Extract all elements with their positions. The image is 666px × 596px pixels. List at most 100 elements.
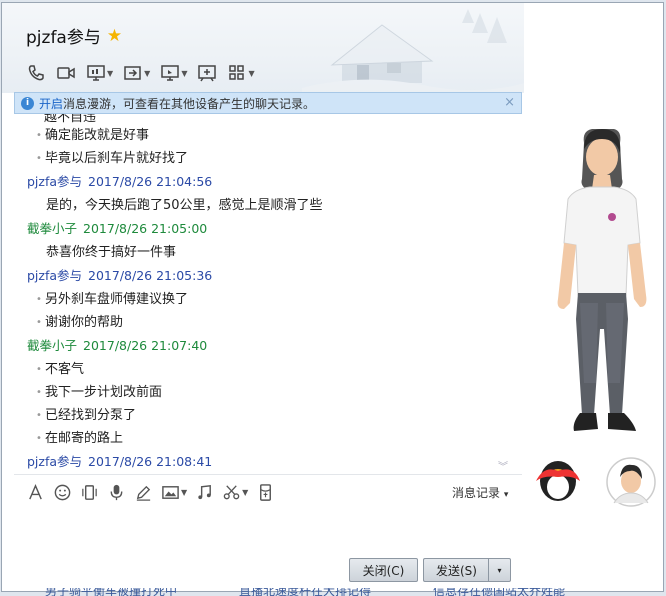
message-text: 我下一步计划改前面: [45, 385, 163, 400]
music-icon: [198, 484, 212, 499]
message-text: 毕竟以后刹车片就好找了: [45, 151, 189, 166]
chevron-down-icon: ▼: [107, 68, 114, 78]
message-timestamp: 2017/8/26 21:04:56: [88, 174, 213, 189]
message-sender-header: pjzfa参与 2017/8/26 21:05:36: [14, 264, 522, 288]
message-line: • 我下一步计划改前面: [14, 381, 522, 404]
bullet-icon: •: [36, 364, 42, 375]
emoji-button[interactable]: [51, 480, 74, 504]
message-sender-header: 截拳小子 2017/8/26 21:05:00: [14, 217, 522, 241]
background-link-2: 直播北速度杆在大排记得: [239, 588, 372, 596]
message-sender-header: pjzfa参与 2017/8/26 21:04:56: [14, 170, 522, 194]
message-text: 在邮寄的路上: [45, 431, 124, 446]
voice-icon: [110, 484, 123, 500]
file-transfer-button[interactable]: ▼: [121, 61, 152, 85]
bullet-icon: •: [36, 410, 42, 421]
show-panel: [524, 3, 663, 591]
message-text: 是的，今天换后跑了50公里，感觉上是顺滑了些: [46, 198, 323, 213]
roaming-notice-bar: i 开启消息漫游，可查看在其他设备产生的聊天记录。 ×: [14, 92, 522, 114]
apps-button[interactable]: ▼: [225, 61, 256, 85]
bullet-icon: •: [36, 153, 42, 164]
message-timestamp: 2017/8/26 21:08:41: [88, 454, 213, 469]
snow-cabin-background: [302, 9, 532, 93]
message-timestamp: 2017/8/26 21:05:36: [88, 268, 213, 283]
screenshot-button[interactable]: ▼: [220, 480, 250, 504]
message-history-button[interactable]: 消息记录 ▾: [452, 484, 508, 501]
background-page-strip: 男子骑平衡车被撞打死中 直播北速度杆在大排记得 信息存在德国站太乔姓能: [1, 588, 664, 596]
window-title: pjzfa参与 ★: [26, 23, 123, 49]
chevron-down-icon: ▼: [248, 68, 255, 78]
vip-star-icon: ★: [106, 25, 123, 46]
message-text: 另外刹车盘师傅建议换了: [45, 292, 189, 307]
red-packet-button[interactable]: [254, 480, 277, 504]
message-line: • 另外刹车盘师傅建议换了: [14, 288, 522, 311]
screenshot-icon: [223, 484, 240, 499]
font-icon: [29, 483, 42, 499]
sender-name[interactable]: 截拳小子: [27, 221, 77, 236]
message-line: 恭喜你终于搞好一件事: [14, 241, 522, 264]
chat-history[interactable]: 越不自违 • 确定能改就是好事 • 毕竟以后刹车片就好找了 pjzfa参与 2017/8/…: [14, 114, 522, 474]
vibrate-icon: [82, 484, 97, 500]
vibrate-button[interactable]: [78, 480, 101, 504]
chevron-down-icon: ▼: [242, 487, 249, 497]
sender-name[interactable]: 截拳小子: [27, 338, 77, 353]
video-icon: [57, 67, 75, 79]
chevron-down-icon: ▼: [181, 68, 188, 78]
info-icon: i: [21, 96, 34, 110]
send-button[interactable]: 发送(S): [423, 558, 489, 582]
image-icon: [162, 485, 179, 499]
sender-name[interactable]: pjzfa参与: [27, 268, 82, 283]
message-line: 是的，今天换后跑了50公里，感觉上是顺滑了些: [14, 194, 522, 217]
doodle-button[interactable]: [132, 480, 155, 504]
chat-toolbar: ▼ ▼ ▼ ▼: [24, 61, 257, 85]
message-line: • 在邮寄的路上: [14, 427, 522, 450]
red-packet-icon: [260, 483, 272, 501]
message-timestamp: 2017/8/26 21:07:40: [83, 338, 208, 353]
sender-name[interactable]: pjzfa参与: [27, 174, 82, 189]
message-input[interactable]: [14, 506, 522, 556]
enable-roaming-link[interactable]: 开启: [39, 97, 63, 111]
notice-text: 消息漫游，可查看在其他设备产生的聊天记录。: [63, 96, 316, 111]
close-button[interactable]: 关闭(C): [349, 558, 418, 582]
voice-message-button[interactable]: [105, 480, 128, 504]
file-transfer-icon: [124, 66, 141, 80]
message-line: • 确定能改就是好事: [14, 124, 522, 147]
sender-name[interactable]: pjzfa参与: [27, 454, 82, 469]
message-history-label: 消息记录: [452, 486, 501, 500]
background-link-1: 男子骑平衡车被撞打死中: [45, 588, 178, 596]
voice-call-button[interactable]: [24, 61, 48, 85]
video-call-button[interactable]: [54, 61, 78, 85]
send-options-button[interactable]: ▾: [488, 558, 511, 582]
message-text: 已经找到分泵了: [45, 408, 137, 423]
chevron-down-icon: ▾: [503, 490, 509, 500]
bullet-icon: •: [36, 294, 42, 305]
bullet-icon: •: [36, 387, 42, 398]
chat-window: pjzfa参与 ★ ▾ — ☐ ✕ ▼ ▼: [1, 2, 664, 592]
message-line: • 毕竟以后刹车片就好找了: [14, 147, 522, 170]
send-image-button[interactable]: ▼: [159, 480, 189, 504]
music-button[interactable]: [193, 480, 216, 504]
close-notice-button[interactable]: ×: [504, 95, 515, 110]
phone-icon: [28, 65, 44, 81]
chevron-down-icon: ▼: [144, 68, 151, 78]
chevron-down-icon: ▼: [181, 487, 188, 497]
message-text: 不客气: [45, 362, 85, 377]
contact-name: pjzfa参与: [26, 28, 101, 48]
message-text: 确定能改就是好事: [45, 128, 150, 143]
whiteboard-icon: [198, 65, 217, 82]
input-toolbar: ▼ ▼: [24, 480, 277, 504]
bullet-icon: •: [36, 317, 42, 328]
message-line: • 谢谢你的帮助: [14, 311, 522, 334]
message-text: 恭喜你终于搞好一件事: [46, 245, 177, 260]
background-link-3: 信息存在德国站太乔姓能: [433, 588, 566, 596]
doodle-icon: [136, 485, 151, 501]
message-sender-header: pjzfa参与 2017/8/26 21:08:41: [14, 450, 522, 474]
screen-share-button[interactable]: ▼: [84, 61, 115, 85]
message-line: • 已经找到分泵了: [14, 404, 522, 427]
apps-grid-icon: [229, 65, 245, 80]
whiteboard-button[interactable]: [195, 61, 219, 85]
remote-desktop-button[interactable]: ▼: [158, 61, 189, 85]
font-button[interactable]: [24, 480, 47, 504]
scroll-down-icon[interactable]: ︾: [498, 458, 508, 473]
message-sender-header: 截拳小子 2017/8/26 21:07:40: [14, 334, 522, 358]
emoji-icon: [54, 484, 71, 500]
